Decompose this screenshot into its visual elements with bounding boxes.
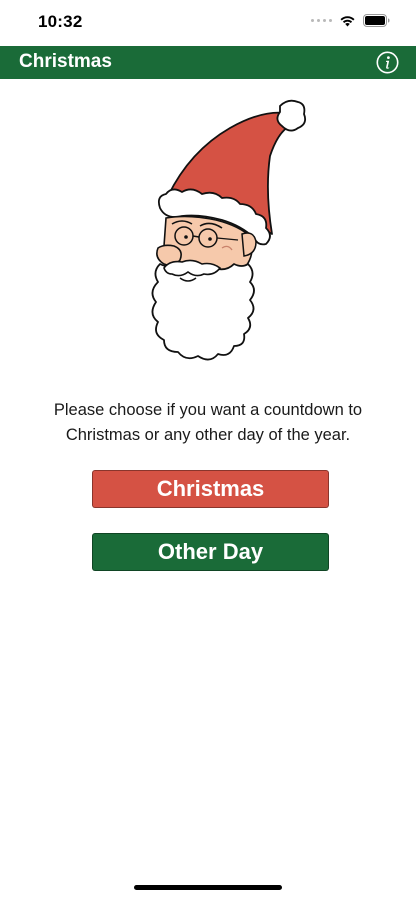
info-icon <box>376 51 399 74</box>
nav-bar: Christmas <box>0 46 416 79</box>
info-button[interactable] <box>376 51 399 74</box>
status-icons <box>311 14 390 27</box>
status-time: 10:32 <box>38 12 83 31</box>
other-day-button-label: Other Day <box>157 539 264 564</box>
instruction-line-2: Christmas or any other day of the year. <box>65 426 351 444</box>
christmas-button-label: Christmas <box>156 476 265 501</box>
nav-title: Christmas <box>19 51 112 72</box>
home-indicator[interactable] <box>134 885 282 890</box>
battery-icon <box>363 14 390 27</box>
christmas-button[interactable]: Christmas <box>92 470 329 508</box>
santa-illustration <box>151 99 307 361</box>
screen: 10:32 Christmas Please choose if you wan… <box>0 0 416 900</box>
wifi-icon <box>340 16 355 27</box>
instruction-text: Please choose if you want a countdown to… <box>0 398 416 448</box>
signal-dots-icon <box>311 19 332 22</box>
other-day-button[interactable]: Other Day <box>92 533 329 571</box>
status-bar: 10:32 <box>0 0 416 46</box>
instruction-line-1: Please choose if you want a countdown to <box>53 401 363 419</box>
